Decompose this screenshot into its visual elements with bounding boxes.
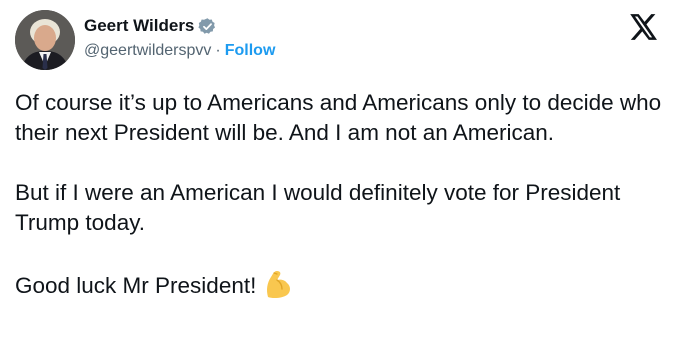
tweet-body: Of course it’s up to Americans and Ameri… xyxy=(15,88,665,301)
display-name[interactable]: Geert Wilders xyxy=(84,16,194,36)
tweet-paragraph-3: Good luck Mr President! xyxy=(15,268,665,301)
tweet-paragraph-3-text: Good luck Mr President! xyxy=(15,273,257,298)
verified-badge-icon xyxy=(198,17,217,36)
author-info: Geert Wilders @geertwilderspvv · Follow xyxy=(84,14,275,62)
flexed-biceps-emoji xyxy=(262,268,294,300)
x-logo-icon[interactable] xyxy=(630,14,658,40)
tweet-paragraph-1: Of course it’s up to Americans and Ameri… xyxy=(15,90,662,145)
name-row: Geert Wilders xyxy=(84,14,275,38)
user-handle[interactable]: @geertwilderspvv xyxy=(84,42,211,60)
tweet-header: Geert Wilders @geertwilderspvv · Follow xyxy=(15,10,275,70)
tweet-paragraph-2: But if I were an American I would defini… xyxy=(15,180,621,235)
handle-row: @geertwilderspvv · Follow xyxy=(84,40,275,62)
tweet-card: Geert Wilders @geertwilderspvv · Follow … xyxy=(0,0,678,342)
follow-button[interactable]: Follow xyxy=(225,42,276,60)
separator-dot: · xyxy=(215,42,221,59)
avatar[interactable] xyxy=(15,10,75,70)
